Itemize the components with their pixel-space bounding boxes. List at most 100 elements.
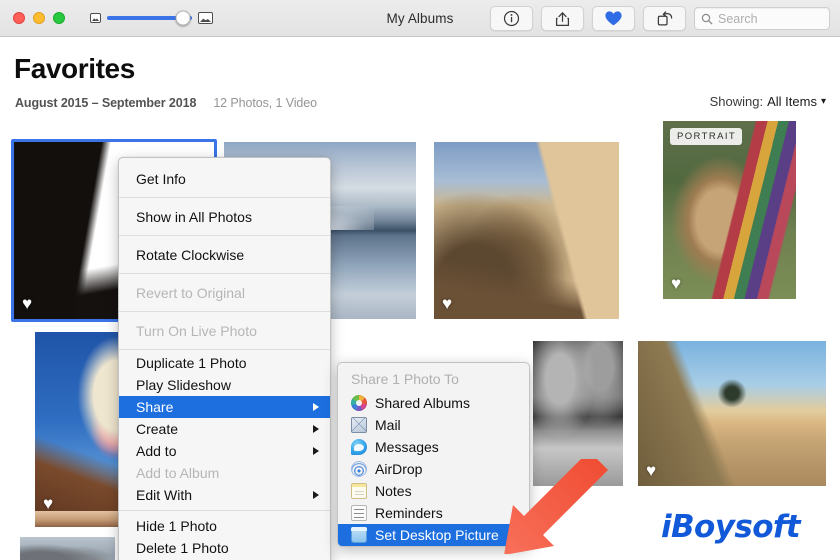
favorite-heart-icon: ♥ xyxy=(22,294,33,313)
submenu-item-notes[interactable]: Notes xyxy=(338,480,529,502)
menu-separator xyxy=(119,510,330,511)
photo-dog-hammock[interactable]: PORTRAIT ♥ xyxy=(663,121,796,299)
traffic-light-controls xyxy=(13,12,65,24)
shared-albums-icon xyxy=(351,395,367,411)
submenu-item-set-desktop-picture[interactable]: Set Desktop Picture xyxy=(338,524,529,546)
set-desktop-picture-icon xyxy=(351,527,367,543)
menu-item-play-slideshow[interactable]: Play Slideshow xyxy=(119,374,330,396)
menu-item-label: Share xyxy=(136,399,174,415)
slider-track[interactable] xyxy=(107,10,192,26)
info-icon xyxy=(503,10,520,27)
photo-thumbnail xyxy=(663,121,796,299)
menu-item-show-in-all-photos[interactable]: Show in All Photos xyxy=(119,200,330,233)
menu-item-hide-1-photo[interactable]: Hide 1 Photo xyxy=(119,515,330,537)
search-input[interactable]: Search xyxy=(718,12,758,26)
menu-item-rotate-clockwise[interactable]: Rotate Clockwise xyxy=(119,238,330,271)
menu-item-revert-to-original: Revert to Original xyxy=(119,276,330,309)
menu-item-duplicate-1-photo[interactable]: Duplicate 1 Photo xyxy=(119,352,330,374)
messages-icon xyxy=(351,439,367,455)
submenu-item-label: Set Desktop Picture xyxy=(375,527,499,543)
photo-rock-climber[interactable]: ♥ xyxy=(434,142,619,319)
menu-item-label: Delete 1 Photo xyxy=(136,540,229,556)
reminders-icon xyxy=(351,505,367,521)
menu-item-delete-1-photo[interactable]: Delete 1 Photo xyxy=(119,537,330,559)
favorite-button[interactable] xyxy=(592,6,635,31)
menu-separator xyxy=(119,349,330,350)
search-field[interactable]: Search xyxy=(694,7,830,30)
photo-blue-sky[interactable]: ♥ xyxy=(35,332,130,519)
menu-item-label: Get Info xyxy=(136,170,186,187)
photo-beach-cartwheel[interactable]: ♥ xyxy=(638,341,826,486)
submenu-arrow-icon xyxy=(313,425,319,433)
minimize-window-button[interactable] xyxy=(33,12,45,24)
menu-item-add-to[interactable]: Add to xyxy=(119,440,330,462)
showing-value: All Items xyxy=(767,94,817,109)
album-header: Favorites August 2015 – September 2018 1… xyxy=(0,37,840,156)
watermark: iBoysoft xyxy=(661,509,801,545)
menu-item-label: Show in All Photos xyxy=(136,208,252,225)
small-thumbnail-icon xyxy=(90,13,101,23)
info-button[interactable] xyxy=(490,6,533,31)
share-button[interactable] xyxy=(541,6,584,31)
submenu-arrow-icon xyxy=(313,403,319,411)
menu-item-label: Hide 1 Photo xyxy=(136,518,217,534)
heart-icon xyxy=(605,11,622,26)
photo-thumbnail xyxy=(533,341,623,486)
close-window-button[interactable] xyxy=(13,12,25,24)
favorite-heart-icon: ♥ xyxy=(671,274,682,293)
photos-app-window: My Albums Search Favorites August 2015 –… xyxy=(0,0,840,560)
toolbar-buttons: Search xyxy=(490,6,830,31)
menu-item-add-to-album: Add to Album xyxy=(119,462,330,484)
photo-thumbnail xyxy=(20,537,115,560)
photo-bw-beach[interactable] xyxy=(533,341,623,486)
menu-item-edit-with[interactable]: Edit With xyxy=(119,484,330,506)
photo-thumbnail xyxy=(35,332,130,519)
submenu-item-label: Notes xyxy=(375,483,412,499)
menu-item-turn-on-live-photo: Turn On Live Photo xyxy=(119,314,330,347)
menu-separator xyxy=(119,197,330,198)
photo-thumbnail xyxy=(638,341,826,486)
large-thumbnail-icon xyxy=(198,12,213,24)
menu-item-label: Play Slideshow xyxy=(136,377,231,393)
menu-separator xyxy=(119,273,330,274)
submenu-item-label: Mail xyxy=(375,417,401,433)
submenu-item-shared-albums[interactable]: Shared Albums xyxy=(338,392,529,414)
submenu-item-label: Shared Albums xyxy=(375,395,470,411)
submenu-arrow-icon xyxy=(313,447,319,455)
airdrop-icon xyxy=(351,461,367,477)
menu-item-label: Duplicate 1 Photo xyxy=(136,355,247,371)
favorite-heart-icon: ♥ xyxy=(646,461,657,480)
album-subtitle: August 2015 – September 2018 12 Photos, … xyxy=(15,96,317,110)
menu-item-label: Add to Album xyxy=(136,465,220,481)
submenu-item-messages[interactable]: Messages xyxy=(338,436,529,458)
rotate-button[interactable] xyxy=(643,6,686,31)
favorite-heart-icon: ♥ xyxy=(442,294,453,313)
photo-gray-rocks-1[interactable] xyxy=(20,537,115,560)
submenu-item-airdrop[interactable]: AirDrop xyxy=(338,458,529,480)
submenu-arrow-icon xyxy=(313,491,319,499)
menu-item-label: Create xyxy=(136,421,179,437)
page-title: Favorites xyxy=(14,53,135,84)
menu-item-get-info[interactable]: Get Info xyxy=(119,162,330,195)
album-item-count: 12 Photos, 1 Video xyxy=(213,96,317,110)
showing-filter[interactable]: Showing: All Items ▾ xyxy=(710,94,826,109)
photo-skin-strip[interactable] xyxy=(35,511,130,527)
menu-item-label: Add to xyxy=(136,443,177,459)
album-date-range: August 2015 – September 2018 xyxy=(15,96,197,110)
slider-knob[interactable] xyxy=(175,10,191,26)
share-submenu-header: Share 1 Photo To xyxy=(351,371,459,387)
thumbnail-size-slider[interactable] xyxy=(90,10,213,26)
window-titlebar: My Albums Search xyxy=(0,0,840,37)
menu-item-share[interactable]: Share xyxy=(119,396,330,418)
zoom-window-button[interactable] xyxy=(53,12,65,24)
menu-item-label: Rotate Clockwise xyxy=(136,246,245,263)
search-icon xyxy=(701,13,713,24)
submenu-item-label: Messages xyxy=(375,439,439,455)
submenu-item-reminders[interactable]: Reminders xyxy=(338,502,529,524)
submenu-item-mail[interactable]: Mail xyxy=(338,414,529,436)
menu-item-create[interactable]: Create xyxy=(119,418,330,440)
context-menu: Get Info Show in All Photos Rotate Clock… xyxy=(118,157,331,560)
showing-label: Showing: xyxy=(709,94,764,109)
portrait-badge: PORTRAIT xyxy=(670,128,743,145)
submenu-item-label: AirDrop xyxy=(375,461,423,477)
